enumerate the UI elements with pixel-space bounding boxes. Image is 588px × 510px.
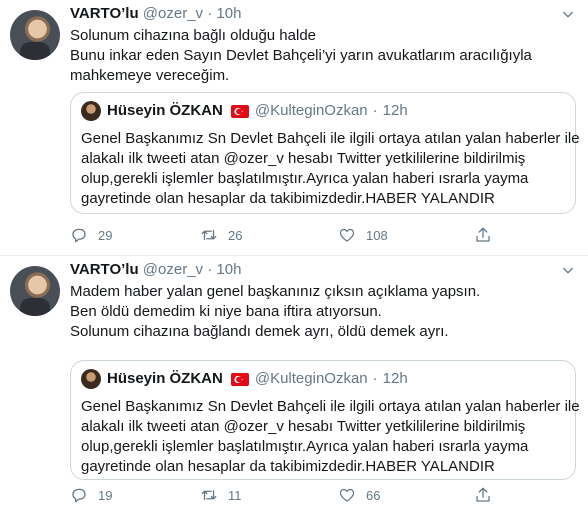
tweet-header: VARTO’lu @ozer_v · 10h	[70, 260, 241, 280]
tweet[interactable]: VARTO’lu @ozer_v · 10h Solunum cihazına …	[0, 0, 588, 256]
heart-icon	[339, 488, 355, 502]
separator-dot: ·	[207, 5, 213, 22]
quoted-tweet-header: Hüseyin ÖZKAN @KulteginOzkan · 12h	[81, 369, 408, 389]
turkey-flag-icon	[230, 104, 249, 118]
quoted-tweet[interactable]: Hüseyin ÖZKAN @KulteginOzkan · 12h Genel…	[70, 92, 580, 214]
heart-icon	[339, 228, 355, 242]
chevron-down-icon[interactable]	[560, 6, 576, 22]
avatar[interactable]	[10, 266, 60, 316]
author-handle[interactable]: @ozer_v	[143, 5, 203, 22]
quoted-text-line: Genel Başkanımız Sn Devlet Bahçeli ile i…	[81, 398, 580, 415]
author-name[interactable]: VARTO’lu	[70, 261, 139, 278]
tweet-text-line: Bunu inkar eden Sayın Devlet Bahçeli’yi …	[70, 47, 532, 64]
tweet-actions: 19 11 66	[70, 486, 500, 506]
like-button[interactable]: 108	[338, 226, 388, 244]
quoted-text-line: olup,gerekli işlemler başlatılmıştır.Ayr…	[81, 170, 529, 187]
quoted-tweet-text: Genel Başkanımız Sn Devlet Bahçeli ile i…	[81, 397, 580, 477]
retweet-button[interactable]: 11	[200, 486, 242, 504]
tweet-text-line: Madem haber yalan genel başkanınız çıksı…	[70, 283, 481, 300]
like-count: 108	[366, 227, 388, 243]
quoted-author-name: Hüseyin ÖZKAN	[107, 102, 223, 119]
tweet-actions: 29 26 108	[70, 226, 500, 246]
share-icon	[476, 487, 490, 502]
retweet-count: 26	[228, 227, 243, 243]
tweet-text: Madem haber yalan genel başkanınız çıksı…	[70, 282, 570, 342]
tweet-text-line: Solunum cihazına bağlandı demek ayrı, öl…	[70, 323, 449, 340]
like-count: 66	[366, 487, 381, 503]
quoted-text-line: gayretinde olan hesaplar da takibimizded…	[81, 190, 495, 207]
quoted-avatar	[81, 101, 101, 121]
quoted-author-handle: @KulteginOzkan	[254, 102, 368, 119]
share-icon	[476, 227, 490, 242]
quoted-text-line: olup,gerekli işlemler başlatılmıştır.Ayr…	[81, 438, 529, 455]
quoted-tweet-header: Hüseyin ÖZKAN @KulteginOzkan · 12h	[81, 101, 408, 121]
reply-button[interactable]: 29	[70, 226, 112, 244]
share-button[interactable]	[474, 226, 502, 244]
share-button[interactable]	[474, 486, 502, 504]
separator-dot: ·	[372, 370, 378, 387]
author-handle[interactable]: @ozer_v	[143, 261, 203, 278]
separator-dot: ·	[207, 261, 213, 278]
quoted-tweet-text: Genel Başkanımız Sn Devlet Bahçeli ile i…	[81, 129, 580, 209]
retweet-icon	[201, 229, 217, 241]
retweet-button[interactable]: 26	[200, 226, 242, 244]
reply-count: 29	[98, 227, 113, 243]
quoted-text-line: Genel Başkanımız Sn Devlet Bahçeli ile i…	[81, 130, 580, 147]
quoted-tweet-time: 12h	[382, 370, 408, 387]
quoted-author-handle: @KulteginOzkan	[254, 370, 368, 387]
tweet[interactable]: VARTO’lu @ozer_v · 10h Madem haber yalan…	[0, 256, 588, 510]
reply-button[interactable]: 19	[70, 486, 112, 504]
quoted-avatar	[81, 369, 101, 389]
tweet-text: Solunum cihazına bağlı olduğu halde Bunu…	[70, 26, 570, 86]
quoted-text-line: alakalı ilk tweeti atan @ozer_v hesabı T…	[81, 150, 526, 167]
author-name[interactable]: VARTO’lu	[70, 5, 139, 22]
tweet-text-line: mahkemeye vereceğim.	[70, 67, 230, 84]
tweet-header: VARTO’lu @ozer_v · 10h	[70, 4, 241, 24]
retweet-icon	[201, 489, 217, 501]
quoted-author-name: Hüseyin ÖZKAN	[107, 370, 223, 387]
quoted-text-line: gayretinde olan hesaplar da takibimizded…	[81, 458, 495, 475]
tweet-time[interactable]: 10h	[216, 5, 241, 22]
tweet-text-line: Ben öldü demedim ki niye bana iftira atı…	[70, 303, 382, 320]
retweet-count: 11	[228, 487, 242, 503]
tweet-text-line: Solunum cihazına bağlı olduğu halde	[70, 27, 317, 44]
reply-icon	[72, 228, 86, 243]
reply-count: 19	[98, 487, 113, 503]
tweet-time[interactable]: 10h	[216, 261, 241, 278]
turkey-flag-icon	[230, 372, 249, 386]
separator-dot: ·	[372, 102, 378, 119]
chevron-down-icon[interactable]	[560, 262, 576, 278]
like-button[interactable]: 66	[338, 486, 380, 504]
quoted-text-line: alakalı ilk tweeti atan @ozer_v hesabı T…	[81, 418, 526, 435]
quoted-tweet[interactable]: Hüseyin ÖZKAN @KulteginOzkan · 12h Genel…	[70, 360, 580, 480]
quoted-tweet-time: 12h	[382, 102, 408, 119]
avatar[interactable]	[10, 10, 60, 60]
reply-icon	[72, 488, 86, 503]
